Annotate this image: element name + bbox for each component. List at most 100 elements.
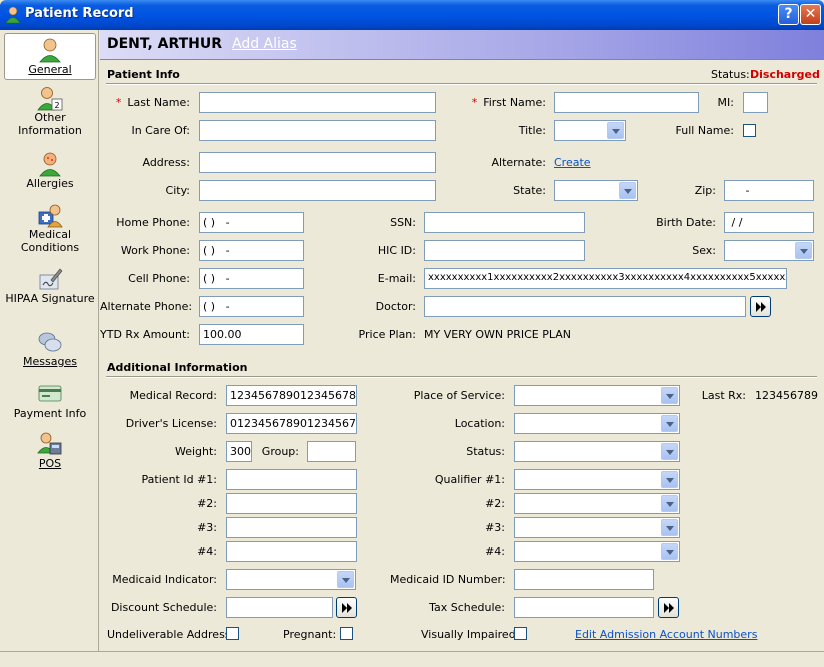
city-label: City: [165,184,190,197]
medicaid-id-number-label: Medicaid ID Number: [390,573,506,586]
pregnant-checkbox[interactable] [340,627,353,640]
location-select[interactable] [514,413,680,434]
patient-id-2-field[interactable] [226,493,357,514]
sidebar-item-label: Allergies [26,177,74,190]
patient-id-1-field[interactable] [226,469,357,490]
sidebar-item-medical-conditions[interactable]: Medical Conditions [4,202,96,254]
help-button[interactable]: ? [778,4,799,25]
last-name-field[interactable] [199,92,436,113]
ytd-rx-amount-field[interactable]: 100.00 [199,324,304,345]
place-of-service-select[interactable] [514,385,680,406]
sidebar-item-messages[interactable]: Messages [4,329,96,368]
weight-field[interactable]: 300 [226,441,252,462]
patient-id-2-label: #2: [197,497,217,510]
alternate-phone-field[interactable]: ( ) - [199,296,304,317]
zip-field[interactable]: - [724,180,814,201]
sidebar-item-general[interactable]: General [4,33,96,80]
medicaid-indicator-select[interactable] [226,569,356,590]
chevron-down-icon[interactable] [661,495,678,512]
undeliverable-address-label: Undeliverable Address: [107,628,235,641]
signature-pen-icon [39,268,63,290]
first-name-field[interactable] [554,92,699,113]
qualifier-2-select[interactable] [514,493,680,514]
sidebar-item-hipaa-signature[interactable]: HIPAA Signature [4,266,96,316]
sidebar-item-pos[interactable]: POS [4,431,96,470]
chevron-down-icon[interactable] [619,182,636,199]
home-phone-field[interactable]: ( ) - [199,212,304,233]
home-phone-label: Home Phone: [116,216,190,229]
tax-schedule-field[interactable] [514,597,654,618]
hic-id-field[interactable] [424,240,585,261]
medical-record-label: Medical Record: [129,389,217,402]
additional-info-title: Additional Information [107,361,248,374]
chevron-down-icon[interactable] [661,543,678,560]
patient-app-icon [5,6,21,24]
sidebar-item-payment-info[interactable]: Payment Info [4,381,96,420]
ytd-rx-amount-label: YTD Rx Amount: [100,328,190,341]
chevron-down-icon[interactable] [607,122,624,139]
alternate-phone-label: Alternate Phone: [100,300,193,313]
tax-schedule-lookup-button[interactable] [658,597,679,618]
doctor-field[interactable] [424,296,746,317]
patient-id-3-field[interactable] [226,517,357,538]
work-phone-field[interactable]: ( ) - [199,240,304,261]
status-label: Status: [711,68,750,81]
chevron-down-icon[interactable] [661,471,678,488]
medicaid-id-number-field[interactable] [514,569,654,590]
add-alias-link[interactable]: Add Alias [232,36,297,52]
full-name-checkbox[interactable] [743,124,756,137]
patient-header: DENT, ARTHUR Add Alias [100,30,824,60]
chevron-down-icon[interactable] [661,519,678,536]
title-select[interactable] [554,120,626,141]
hic-id-label: HIC ID: [377,244,416,257]
chevron-down-icon[interactable] [795,242,812,259]
edit-admission-account-numbers-link[interactable]: Edit Admission Account Numbers [575,628,757,641]
doctor-lookup-button[interactable] [750,296,771,317]
address-field[interactable] [199,152,436,173]
state-label: State: [513,184,546,197]
cell-phone-field[interactable]: ( ) - [199,268,304,289]
sidebar-item-label: Other Information [18,111,82,137]
medical-record-field[interactable]: 12345678901234567890 [226,385,357,406]
create-alternate-link[interactable]: Create [554,156,591,169]
sex-select[interactable] [724,240,814,261]
state-select[interactable] [554,180,638,201]
birth-date-field[interactable]: / / [724,212,814,233]
qualifier-1-select[interactable] [514,469,680,490]
close-button[interactable]: ✕ [800,4,821,25]
birth-date-label: Birth Date: [656,216,716,229]
chevron-down-icon[interactable] [661,415,678,432]
status-select[interactable] [514,441,680,462]
last-rx-label: Last Rx: [701,389,746,402]
status-field-label: Status: [466,445,505,458]
chevron-down-icon[interactable] [337,571,354,588]
main-panel: DENT, ARTHUR Add Alias Patient Info Stat… [100,30,824,651]
in-care-of-field[interactable] [199,120,436,141]
drivers-license-field[interactable]: 01234567890123456789 [226,413,357,434]
medical-kit-icon [38,204,63,228]
chevron-down-icon[interactable] [661,387,678,404]
discount-schedule-field[interactable] [226,597,333,618]
chevron-down-icon[interactable] [661,443,678,460]
qualifier-3-select[interactable] [514,517,680,538]
city-field[interactable] [199,180,436,201]
alternate-label: Alternate: [491,156,547,169]
group-label: Group: [261,445,299,458]
patient-id-4-field[interactable] [226,541,357,562]
mi-field[interactable] [743,92,768,113]
ssn-field[interactable] [424,212,585,233]
payment-card-icon [38,385,62,402]
patient-id-4-label: #4: [197,545,217,558]
qualifier-4-select[interactable] [514,541,680,562]
work-phone-label: Work Phone: [120,244,190,257]
sidebar-item-allergies[interactable]: Allergies [4,151,96,190]
undeliverable-address-checkbox[interactable] [226,627,239,640]
cell-phone-label: Cell Phone: [128,272,190,285]
visually-impaired-checkbox[interactable] [514,627,527,640]
required-marker: * [471,96,478,109]
group-field[interactable] [307,441,356,462]
email-field[interactable]: xxxxxxxxxx1xxxxxxxxxx2xxxxxxxxxx3xxxxxxx… [424,268,787,289]
sidebar-item-other-information[interactable]: 2 Other Information [4,85,96,137]
messages-icon [38,332,62,352]
discount-schedule-lookup-button[interactable] [336,597,357,618]
